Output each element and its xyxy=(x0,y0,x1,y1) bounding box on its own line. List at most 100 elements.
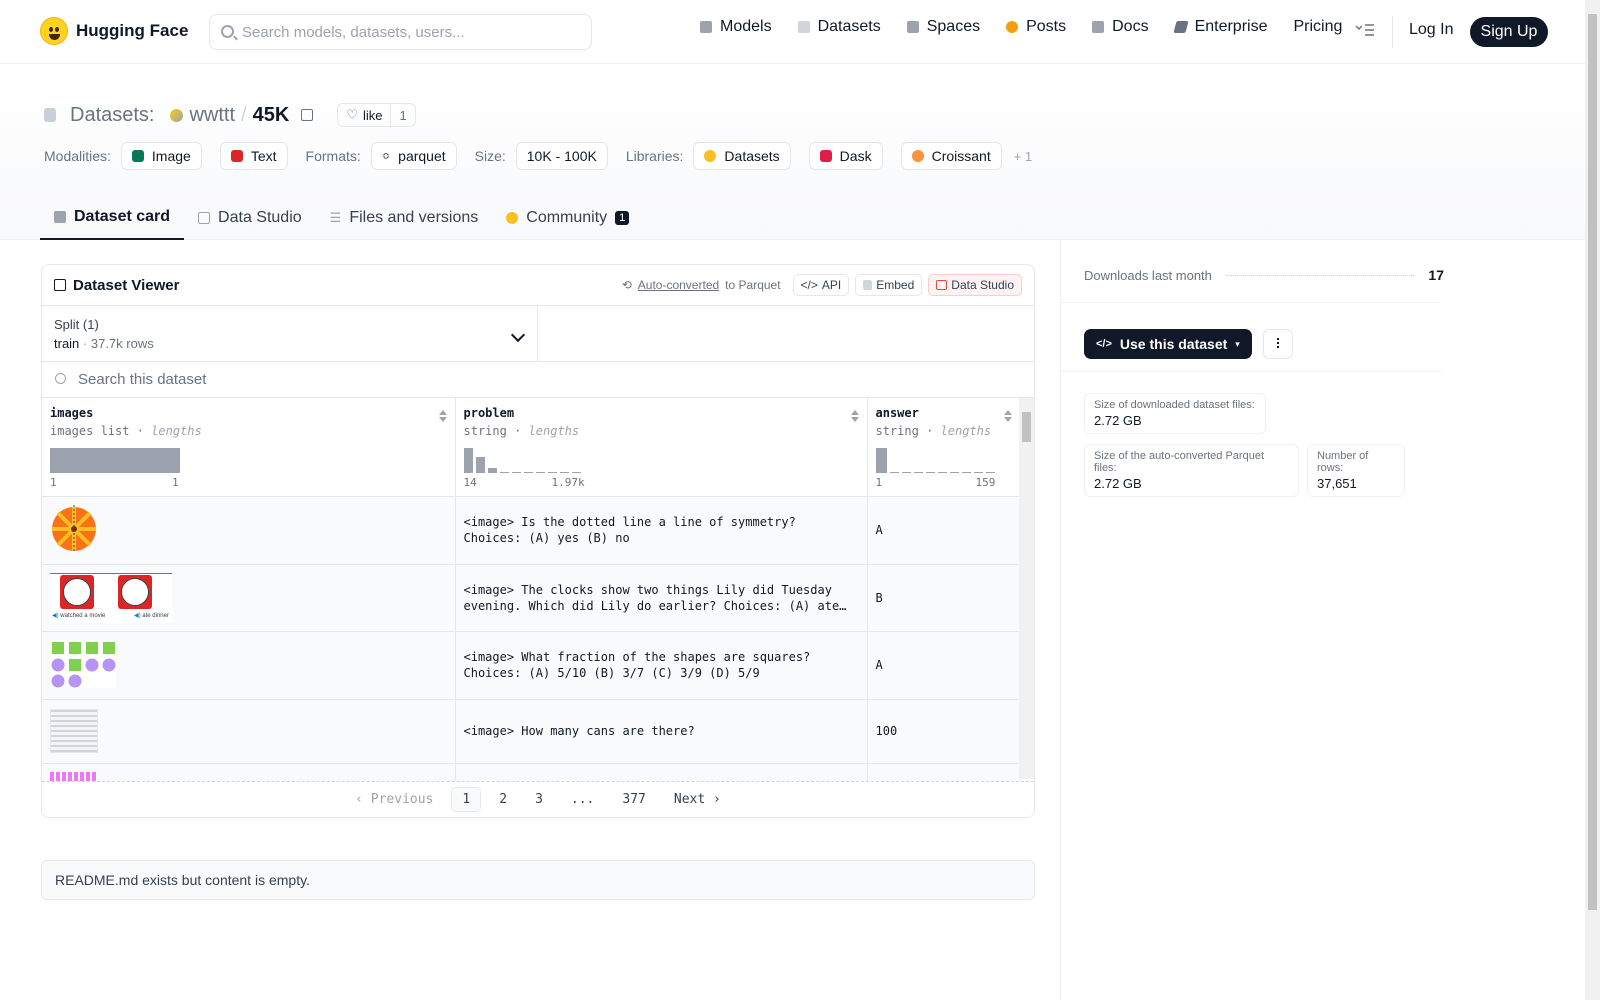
tab-dataset-card[interactable]: Dataset card xyxy=(40,195,185,240)
histogram-bar[interactable] xyxy=(499,472,509,473)
nav-enterprise[interactable]: Enterprise xyxy=(1172,18,1267,36)
histogram-bar[interactable] xyxy=(985,472,995,473)
answer-cell[interactable]: 100 xyxy=(867,699,1021,764)
tag-dask-label: Dask xyxy=(839,148,872,164)
problem-cell[interactable]: <image> What fraction of the shapes are … xyxy=(455,631,868,700)
nav-docs[interactable]: Docs xyxy=(1092,18,1149,36)
answer-cell[interactable]: B xyxy=(867,564,1021,632)
signup-button[interactable]: Sign Up xyxy=(1470,17,1548,47)
brand-logo[interactable]: Hugging Face xyxy=(40,17,188,45)
page-scrollbar[interactable] xyxy=(1585,0,1600,1000)
problem-cell[interactable]: <image> How many cans are there? xyxy=(455,699,868,764)
nav-spaces[interactable]: Spaces xyxy=(906,18,980,36)
sidebar-divider xyxy=(1061,302,1441,303)
search-icon xyxy=(221,25,234,38)
clocks-thumbnail[interactable]: ◀) watched a movie ◀) ate dinner xyxy=(50,572,172,623)
column-header-problem[interactable]: problem string · lengths 14 1.97k xyxy=(455,398,868,497)
column-header-images[interactable]: images images list · lengths 1 1 xyxy=(42,398,456,497)
more-options-button[interactable] xyxy=(1263,329,1293,359)
histogram-bar[interactable] xyxy=(961,472,971,473)
dataset-owner[interactable]: wwttt xyxy=(189,104,235,127)
page-scrollbar-thumb[interactable] xyxy=(1588,14,1597,910)
next-page-button[interactable]: Next › xyxy=(664,788,731,811)
tab-community[interactable]: Community 1 xyxy=(492,195,643,240)
api-label: API xyxy=(821,278,842,292)
histogram-bar[interactable] xyxy=(973,472,983,473)
dataset-name[interactable]: 45K xyxy=(253,104,290,127)
page-button-last[interactable]: 377 xyxy=(612,788,655,811)
histogram-bar[interactable] xyxy=(571,472,581,473)
histogram-bar[interactable] xyxy=(949,472,959,473)
more-libraries[interactable]: + 1 xyxy=(1014,149,1032,164)
column-name: images xyxy=(50,406,94,420)
global-search-input[interactable]: Search models, datasets, users... xyxy=(209,14,592,50)
more-menu-icon[interactable] xyxy=(1355,22,1375,38)
table-row[interactable]: <image> How many cans are there? 100 xyxy=(42,699,1021,764)
sort-icon[interactable] xyxy=(438,410,447,422)
datasets-section-label[interactable]: Datasets: xyxy=(70,104,154,127)
sort-icon[interactable] xyxy=(1003,410,1012,422)
tab-files[interactable]: ☰ Files and versions xyxy=(316,195,493,240)
page-button-3[interactable]: 3 xyxy=(525,788,553,811)
sort-icon[interactable] xyxy=(850,410,859,422)
histogram-bar[interactable] xyxy=(901,472,911,473)
problem-cell[interactable]: <image> Is the dotted line a line of sym… xyxy=(455,496,868,565)
auto-converted-link[interactable]: Auto-converted xyxy=(638,278,719,292)
image-cell[interactable]: ◀) watched a movie ◀) ate dinner xyxy=(42,564,456,632)
shapes-thumbnail[interactable] xyxy=(50,639,116,688)
tag-size[interactable]: 10K - 100K xyxy=(515,142,608,170)
histogram-bar[interactable] xyxy=(475,457,485,473)
table-row[interactable]: <image> Is the dotted line a line of sym… xyxy=(42,496,1021,565)
nav-models[interactable]: Models xyxy=(700,18,772,36)
histogram-bar[interactable] xyxy=(925,472,935,473)
table-scrollbar[interactable] xyxy=(1019,398,1034,779)
column-header-answer[interactable]: answer string · lengths 1 159 xyxy=(867,398,1021,497)
split-selector[interactable]: Split (1) train · 37.7k rows xyxy=(42,306,538,361)
page-button-2[interactable]: 2 xyxy=(489,788,517,811)
tag-dask[interactable]: Dask xyxy=(808,142,883,170)
histogram-bar[interactable] xyxy=(547,472,557,473)
table-row[interactable]: <image> What fraction of the shapes are … xyxy=(42,631,1021,700)
image-cell[interactable] xyxy=(42,631,456,700)
problem-cell[interactable]: <image> The clocks show two things Lily … xyxy=(455,564,868,632)
histogram-bar[interactable] xyxy=(875,448,887,473)
like-button[interactable]: ♡ like 1 xyxy=(337,103,416,127)
tag-image[interactable]: Image xyxy=(120,142,202,170)
tag-croissant[interactable]: Croissant xyxy=(900,142,1002,170)
histogram-bar[interactable] xyxy=(913,472,923,473)
nav-posts[interactable]: Posts xyxy=(1006,18,1066,36)
nav-pricing[interactable]: Pricing xyxy=(1293,18,1342,36)
histogram-bar[interactable] xyxy=(937,472,947,473)
copy-icon[interactable] xyxy=(301,109,314,121)
histogram-bar[interactable] xyxy=(889,472,899,473)
api-button[interactable]: </> API xyxy=(792,274,850,296)
dataset-search-input[interactable]: Search this dataset xyxy=(42,362,1034,398)
embed-button[interactable]: Embed xyxy=(855,274,923,296)
histogram-bar[interactable] xyxy=(487,468,497,473)
scrollbar-thumb[interactable] xyxy=(1022,412,1031,442)
histogram-bar[interactable] xyxy=(463,448,473,473)
previous-page-button[interactable]: ‹ Previous xyxy=(345,788,443,811)
nav-datasets[interactable]: Datasets xyxy=(797,18,881,36)
tag-datasets-lib[interactable]: Datasets xyxy=(693,142,791,170)
histogram-bar[interactable] xyxy=(559,472,569,473)
data-studio-button[interactable]: Data Studio xyxy=(928,274,1022,296)
tag-text[interactable]: Text xyxy=(219,142,288,170)
use-this-dataset-button[interactable]: </> Use this dataset ▾ xyxy=(1084,329,1252,359)
histogram-bar[interactable] xyxy=(523,472,533,473)
histogram-bar[interactable] xyxy=(535,472,545,473)
table-row[interactable]: ◀) watched a movie ◀) ate dinner <image>… xyxy=(42,564,1021,632)
hugging-face-logo-icon xyxy=(40,17,68,45)
cans-thumbnail[interactable] xyxy=(50,709,98,753)
page-button-1[interactable]: 1 xyxy=(451,787,482,812)
tag-parquet[interactable]: ≎ parquet xyxy=(370,142,457,170)
histogram-bar[interactable] xyxy=(50,448,180,473)
answer-cell[interactable]: A xyxy=(867,631,1021,700)
answer-cell[interactable]: A xyxy=(867,496,1021,565)
image-cell[interactable] xyxy=(42,699,456,764)
umbrella-thumbnail[interactable] xyxy=(50,504,98,553)
histogram-bar[interactable] xyxy=(511,472,521,473)
login-link[interactable]: Log In xyxy=(1409,21,1453,39)
tab-data-studio[interactable]: Data Studio xyxy=(184,195,316,240)
image-cell[interactable] xyxy=(42,496,456,565)
